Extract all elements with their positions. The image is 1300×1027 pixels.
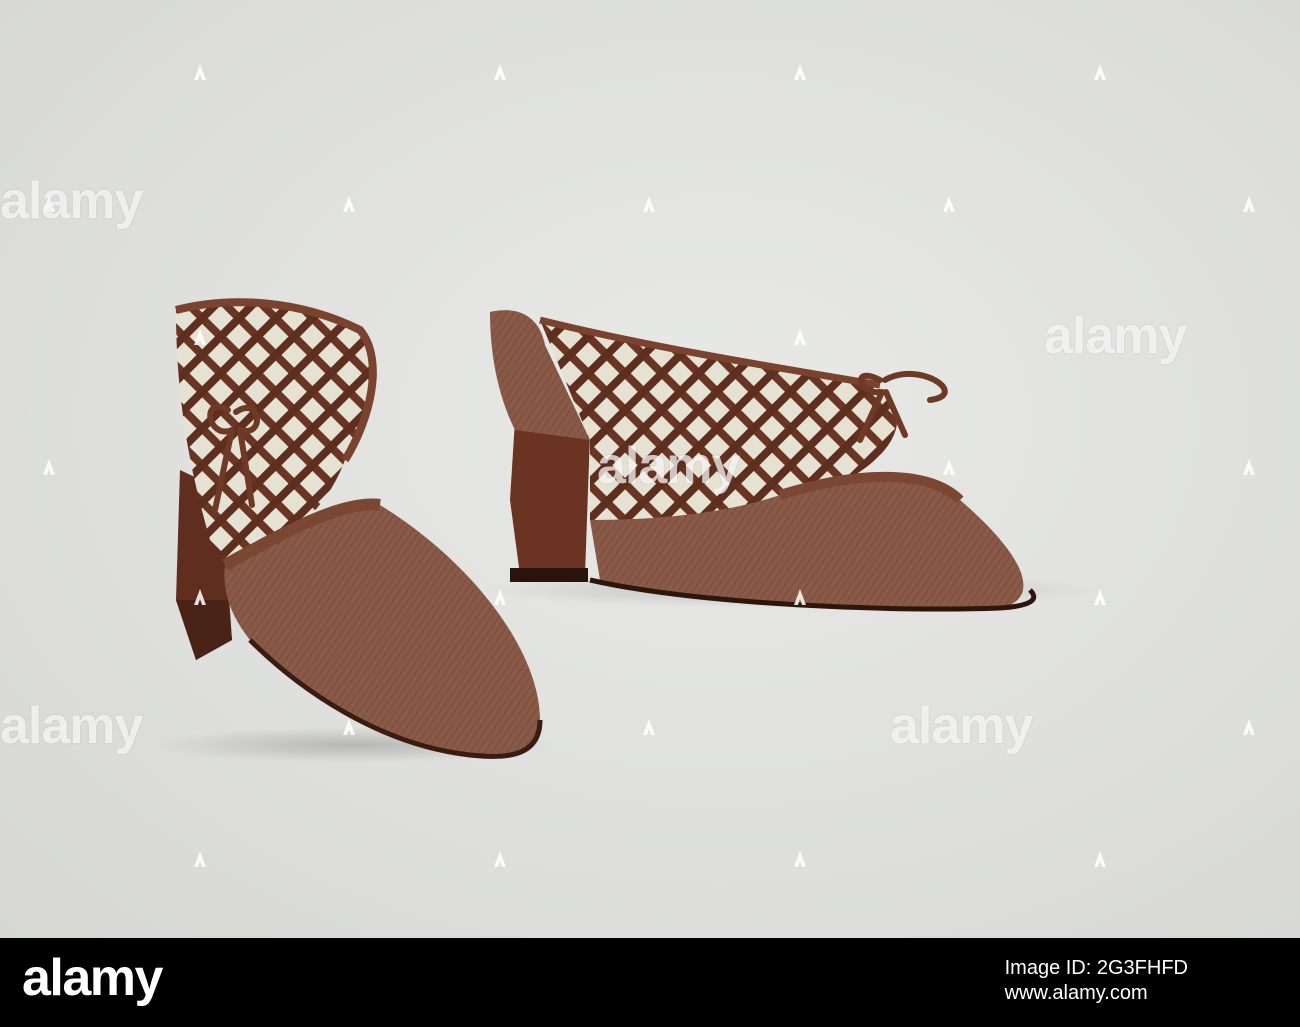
watermark-mark-icon bbox=[343, 196, 355, 212]
watermark-mark-icon bbox=[794, 64, 806, 80]
watermark-mark-icon bbox=[494, 851, 506, 867]
left-shoe bbox=[155, 298, 555, 763]
watermark-text: alamy bbox=[597, 437, 740, 495]
footer-bar: alamy Image ID: 2G3FHFD www.alamy.com bbox=[0, 938, 1300, 1027]
watermark-mark-icon bbox=[1243, 459, 1255, 475]
watermark-mark-icon bbox=[943, 459, 955, 475]
watermark-mark-icon bbox=[943, 196, 955, 212]
watermark-mark-icon bbox=[794, 851, 806, 867]
watermark-text: alamy bbox=[0, 697, 143, 755]
watermark-mark-icon bbox=[1094, 851, 1106, 867]
watermark-mark-icon bbox=[494, 589, 506, 605]
watermark-mark-icon bbox=[194, 329, 206, 345]
watermark-mark-icon bbox=[1243, 196, 1255, 212]
watermark-mark-icon bbox=[343, 719, 355, 735]
watermark-mark-icon bbox=[794, 589, 806, 605]
watermark-text: alamy bbox=[890, 697, 1033, 755]
footer-logo: alamy bbox=[22, 949, 163, 1007]
watermark-mark-icon bbox=[194, 589, 206, 605]
watermark-text: alamy bbox=[0, 172, 143, 230]
image-id-label: Image ID: 2G3FHFD bbox=[1004, 957, 1188, 979]
watermark-mark-icon bbox=[643, 196, 655, 212]
watermark-mark-icon bbox=[643, 719, 655, 735]
watermark-mark-icon bbox=[1094, 589, 1106, 605]
product-photo: alamy alamy alamy alamy alamy bbox=[0, 0, 1300, 938]
footer-image-info: Image ID: 2G3FHFD www.alamy.com bbox=[1005, 956, 1188, 1006]
watermark-text: alamy bbox=[1044, 307, 1187, 365]
site-url[interactable]: www.alamy.com bbox=[1005, 981, 1188, 1006]
watermark-mark-icon bbox=[194, 64, 206, 80]
watermark-mark-icon bbox=[794, 329, 806, 345]
watermark-mark-icon bbox=[43, 459, 55, 475]
watermark-mark-icon bbox=[494, 64, 506, 80]
watermark-mark-icon bbox=[1094, 64, 1106, 80]
watermark-mark-icon bbox=[194, 851, 206, 867]
right-shoe bbox=[480, 310, 1100, 612]
watermark-mark-icon bbox=[1243, 719, 1255, 735]
